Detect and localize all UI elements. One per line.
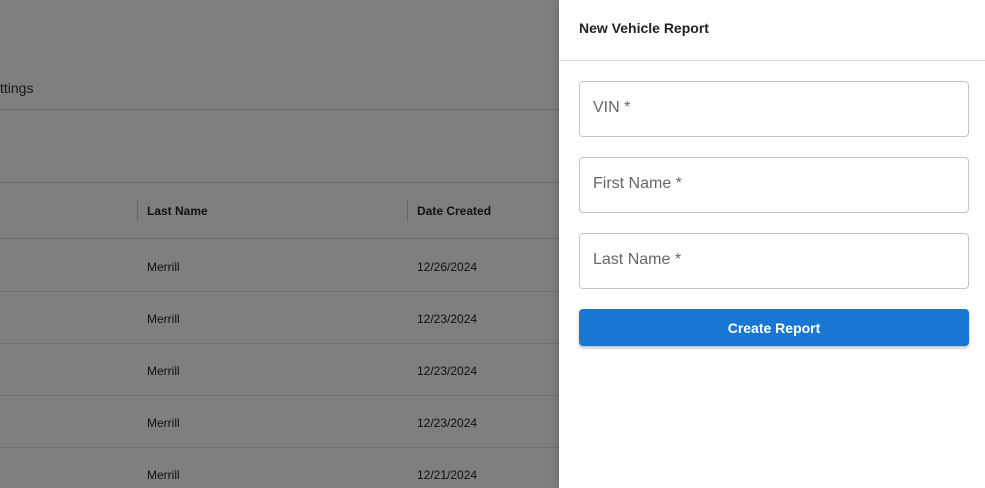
first-name-field-label: First Name * <box>593 175 682 192</box>
drawer-title: New Vehicle Report <box>579 20 709 36</box>
new-vehicle-report-drawer: New Vehicle Report VIN * First Name * La… <box>559 0 985 488</box>
first-name-field[interactable]: First Name * <box>579 157 969 213</box>
vin-field[interactable]: VIN * <box>579 81 969 137</box>
create-report-button[interactable]: Create Report <box>579 309 969 346</box>
drawer-divider <box>559 60 985 61</box>
last-name-field[interactable]: Last Name * <box>579 233 969 289</box>
last-name-field-label: Last Name * <box>593 251 682 268</box>
vin-field-label: VIN * <box>593 99 631 116</box>
